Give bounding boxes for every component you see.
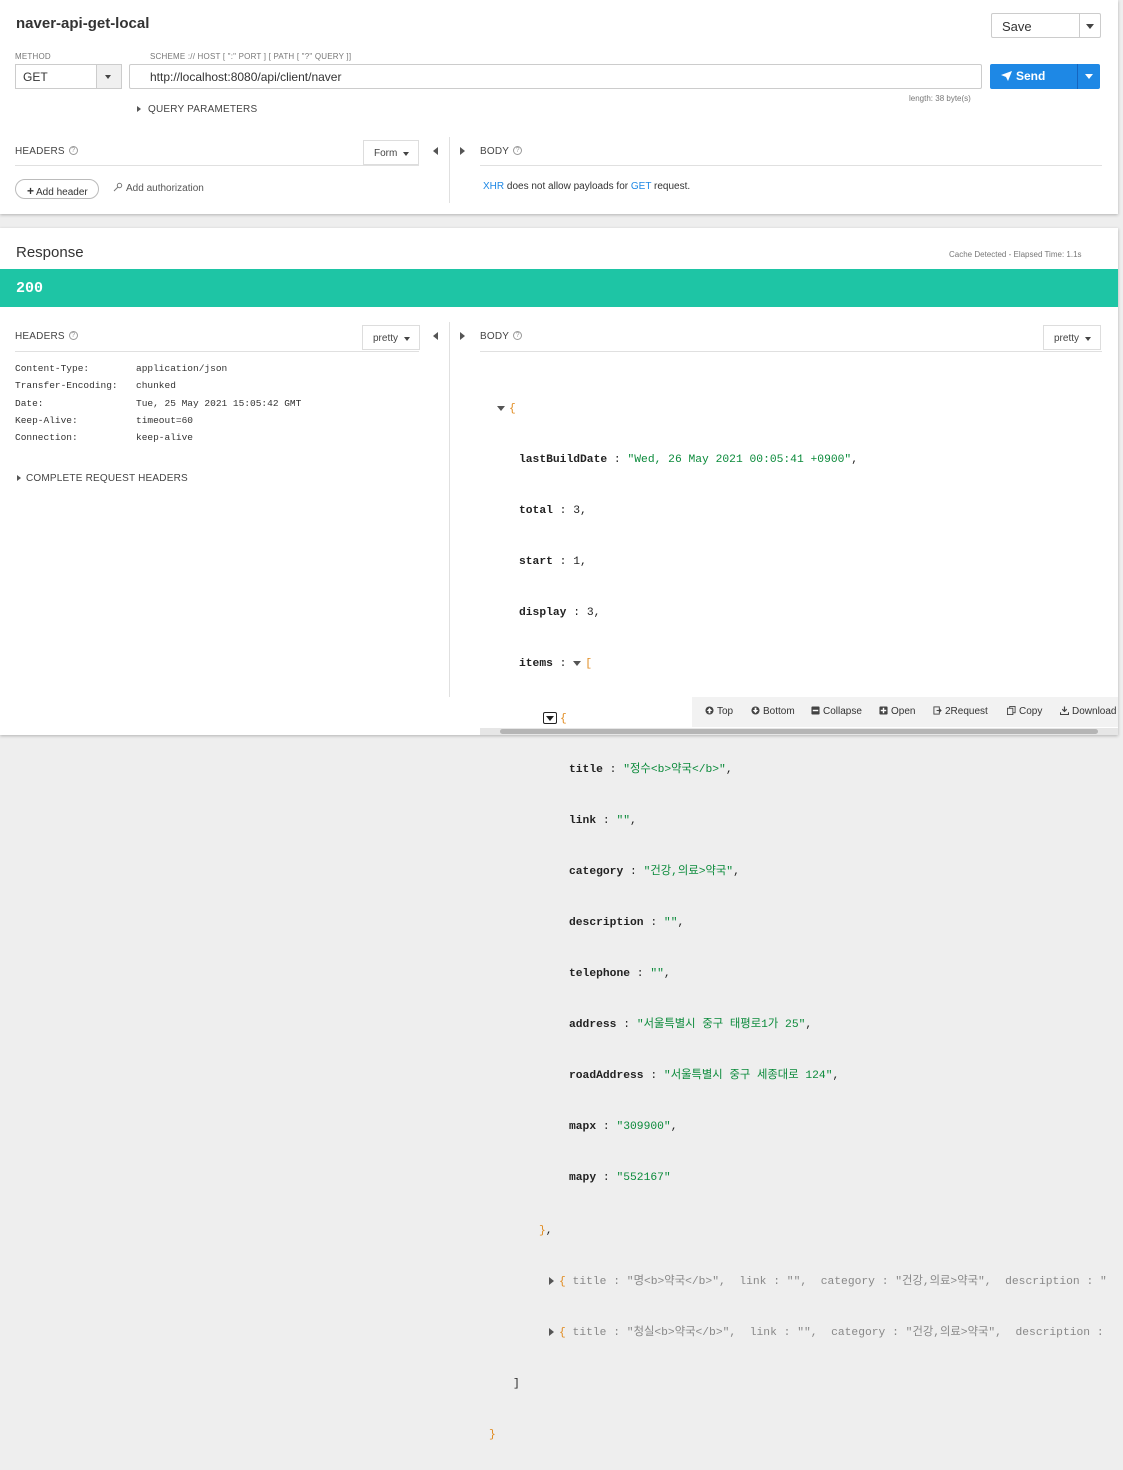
download-icon xyxy=(1060,706,1069,715)
chevron-down-icon xyxy=(404,337,410,341)
status-code: 200 xyxy=(16,280,44,297)
header-row: Keep-Alive: timeout=60 xyxy=(15,414,194,426)
status-bar: 200 xyxy=(0,269,1118,307)
add-header-label: + Add header xyxy=(27,184,88,198)
header-row: Date: Tue, 25 May 2021 15:05:42 GMT xyxy=(15,397,302,409)
url-input[interactable]: http://localhost:8080/api/client/naver xyxy=(129,64,982,89)
json-value: 3 xyxy=(573,505,581,517)
save-label: Save xyxy=(1002,19,1032,34)
chevron-down-icon[interactable] xyxy=(1086,24,1094,29)
send-label: Send xyxy=(1016,69,1046,83)
collapse-button[interactable]: Collapse xyxy=(811,706,862,717)
query-parameters-toggle[interactable]: QUERY PARAMETERS xyxy=(137,104,257,115)
form-label: Form xyxy=(374,148,398,159)
pretty-label: pretty xyxy=(373,333,399,344)
response-title: Response xyxy=(16,244,84,261)
chevron-down-icon[interactable] xyxy=(1085,74,1093,79)
top-button[interactable]: Top xyxy=(705,706,733,717)
arrow-down-icon xyxy=(751,706,760,715)
copy-button[interactable]: Copy xyxy=(1007,706,1042,717)
query-parameters-label: QUERY PARAMETERS xyxy=(148,104,258,115)
horizontal-scrollbar[interactable] xyxy=(480,728,1118,735)
method-dropdown-button[interactable] xyxy=(96,65,121,88)
cache-info: Cache Detected - Elapsed Time: 1.1s xyxy=(949,250,1082,259)
url-caption: SCHEME :// HOST [ ":" PORT ] [ PATH [ "?… xyxy=(150,52,352,61)
get-link[interactable]: GET xyxy=(631,181,651,192)
expand-toggle-icon[interactable] xyxy=(549,1277,554,1286)
expand-toggle-icon[interactable] xyxy=(549,1328,554,1337)
method-caption: METHOD xyxy=(15,52,51,61)
response-body-label: BODY? xyxy=(480,331,523,342)
json-value: 3 xyxy=(586,607,594,619)
json-value: 1 xyxy=(573,556,581,568)
response-headers-label: HEADERS? xyxy=(15,331,78,342)
chevron-down-icon xyxy=(403,152,409,156)
plus-icon: + xyxy=(27,184,35,198)
collapse-left-icon[interactable] xyxy=(433,332,438,340)
add-header-button[interactable]: + Add header xyxy=(15,179,99,199)
url-length: length: 38 byte(s) xyxy=(909,94,971,103)
download-button[interactable]: Download xyxy=(1060,706,1116,717)
open-button[interactable]: Open xyxy=(879,706,915,717)
scrollbar-thumb[interactable] xyxy=(500,729,1098,734)
response-headers-list: Content-Type: application/json Transfer-E… xyxy=(15,363,301,449)
chevron-right-icon xyxy=(17,475,21,482)
method-select[interactable]: GET xyxy=(15,64,122,89)
xhr-link[interactable]: XHR xyxy=(483,181,504,192)
add-authorization-link[interactable]: Add authorization xyxy=(113,182,204,194)
help-icon[interactable]: ? xyxy=(513,146,523,155)
header-row: Content-Type: application/json xyxy=(15,363,228,374)
collapse-right-icon[interactable] xyxy=(460,332,465,340)
complete-request-headers-toggle[interactable]: COMPLETE REQUEST HEADERS xyxy=(17,473,188,484)
arrow-up-icon xyxy=(705,706,714,715)
request-headers-label: HEADERS? xyxy=(15,146,78,157)
request-title[interactable]: naver-api-get-local xyxy=(16,15,149,32)
collapse-toggle-icon[interactable] xyxy=(543,712,557,725)
paper-plane-icon xyxy=(1001,71,1012,81)
chevron-down-icon xyxy=(1085,337,1091,341)
headers-pretty-dropdown[interactable]: pretty xyxy=(362,325,420,350)
body-pretty-dropdown[interactable]: pretty xyxy=(1043,325,1101,350)
send-button[interactable]: Send xyxy=(990,64,1100,89)
collapse-right-icon[interactable] xyxy=(460,147,465,155)
chevron-down-icon xyxy=(105,75,111,79)
chevron-right-icon xyxy=(137,106,141,113)
header-row: Transfer-Encoding: chunked xyxy=(15,380,176,392)
key-icon xyxy=(113,182,123,192)
json-viewer: { lastBuildDate : "Wed, 26 May 2021 00:0… xyxy=(487,403,1111,1441)
help-icon[interactable]: ? xyxy=(68,331,78,340)
request-panel: naver-api-get-local Save METHOD SCHEME :… xyxy=(0,0,1118,214)
collapsed-item[interactable]: { title : "명<b>약국</b>", link : "", categ… xyxy=(487,1274,1110,1291)
method-value: GET xyxy=(23,70,48,84)
to-request-button[interactable]: 2Request xyxy=(933,706,988,717)
json-toolbar: Top Bottom Collapse Open 2Request Copy D… xyxy=(692,697,1118,727)
header-row: Connection: keep-alive xyxy=(15,432,194,444)
response-panel: Response Cache Detected - Elapsed Time: … xyxy=(0,228,1118,1441)
save-button[interactable]: Save xyxy=(991,13,1101,38)
collapsed-item[interactable]: { title : "청실<b>약국</b>", link : "", cate… xyxy=(487,1325,1110,1342)
pretty-label: pretty xyxy=(1054,333,1080,344)
request-body-label: BODY? xyxy=(480,146,523,157)
collapse-left-icon[interactable] xyxy=(433,147,438,155)
export-icon xyxy=(933,706,942,715)
url-value: http://localhost:8080/api/client/naver xyxy=(150,70,342,84)
plus-square-icon xyxy=(879,706,888,715)
bottom-button[interactable]: Bottom xyxy=(751,706,795,717)
minus-square-icon xyxy=(811,706,820,715)
help-icon[interactable]: ? xyxy=(513,331,523,340)
headers-form-dropdown[interactable]: Form xyxy=(363,140,419,165)
collapse-toggle-icon[interactable] xyxy=(573,660,582,666)
json-value: "Wed, 26 May 2021 00:05:41 +0900" xyxy=(627,454,852,466)
collapse-toggle-icon[interactable] xyxy=(497,405,505,411)
help-icon[interactable]: ? xyxy=(68,146,78,155)
body-note: XHR does not allow payloads for GET requ… xyxy=(483,181,691,192)
copy-icon xyxy=(1007,706,1016,715)
